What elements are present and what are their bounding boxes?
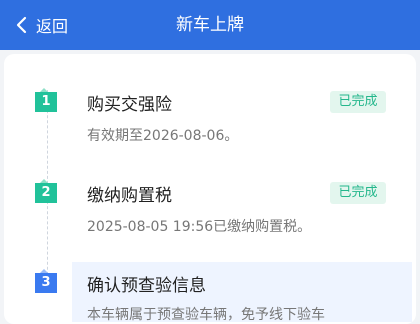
step-number-badge: 2 bbox=[35, 179, 57, 203]
step-description: 2025-08-05 19:56已缴纳购置税。 bbox=[87, 219, 312, 235]
status-badge: 已完成 bbox=[330, 91, 386, 113]
page-title: 新车上牌 bbox=[176, 15, 244, 35]
step-title: 购买交强险 bbox=[87, 95, 172, 115]
top-bar: 返回 新车上牌 bbox=[0, 0, 420, 50]
step-title: 确认预查验信息 bbox=[87, 276, 206, 296]
step-description: 有效期至2026-08-06。 bbox=[87, 128, 239, 144]
status-badge: 已完成 bbox=[330, 182, 386, 204]
step-number-badge: 3 bbox=[35, 269, 57, 293]
step-description: 本车辆属于预查验车辆，免予线下验车 bbox=[87, 307, 325, 323]
step-title: 缴纳购置税 bbox=[87, 186, 172, 206]
step-number-badge: 1 bbox=[35, 88, 57, 112]
